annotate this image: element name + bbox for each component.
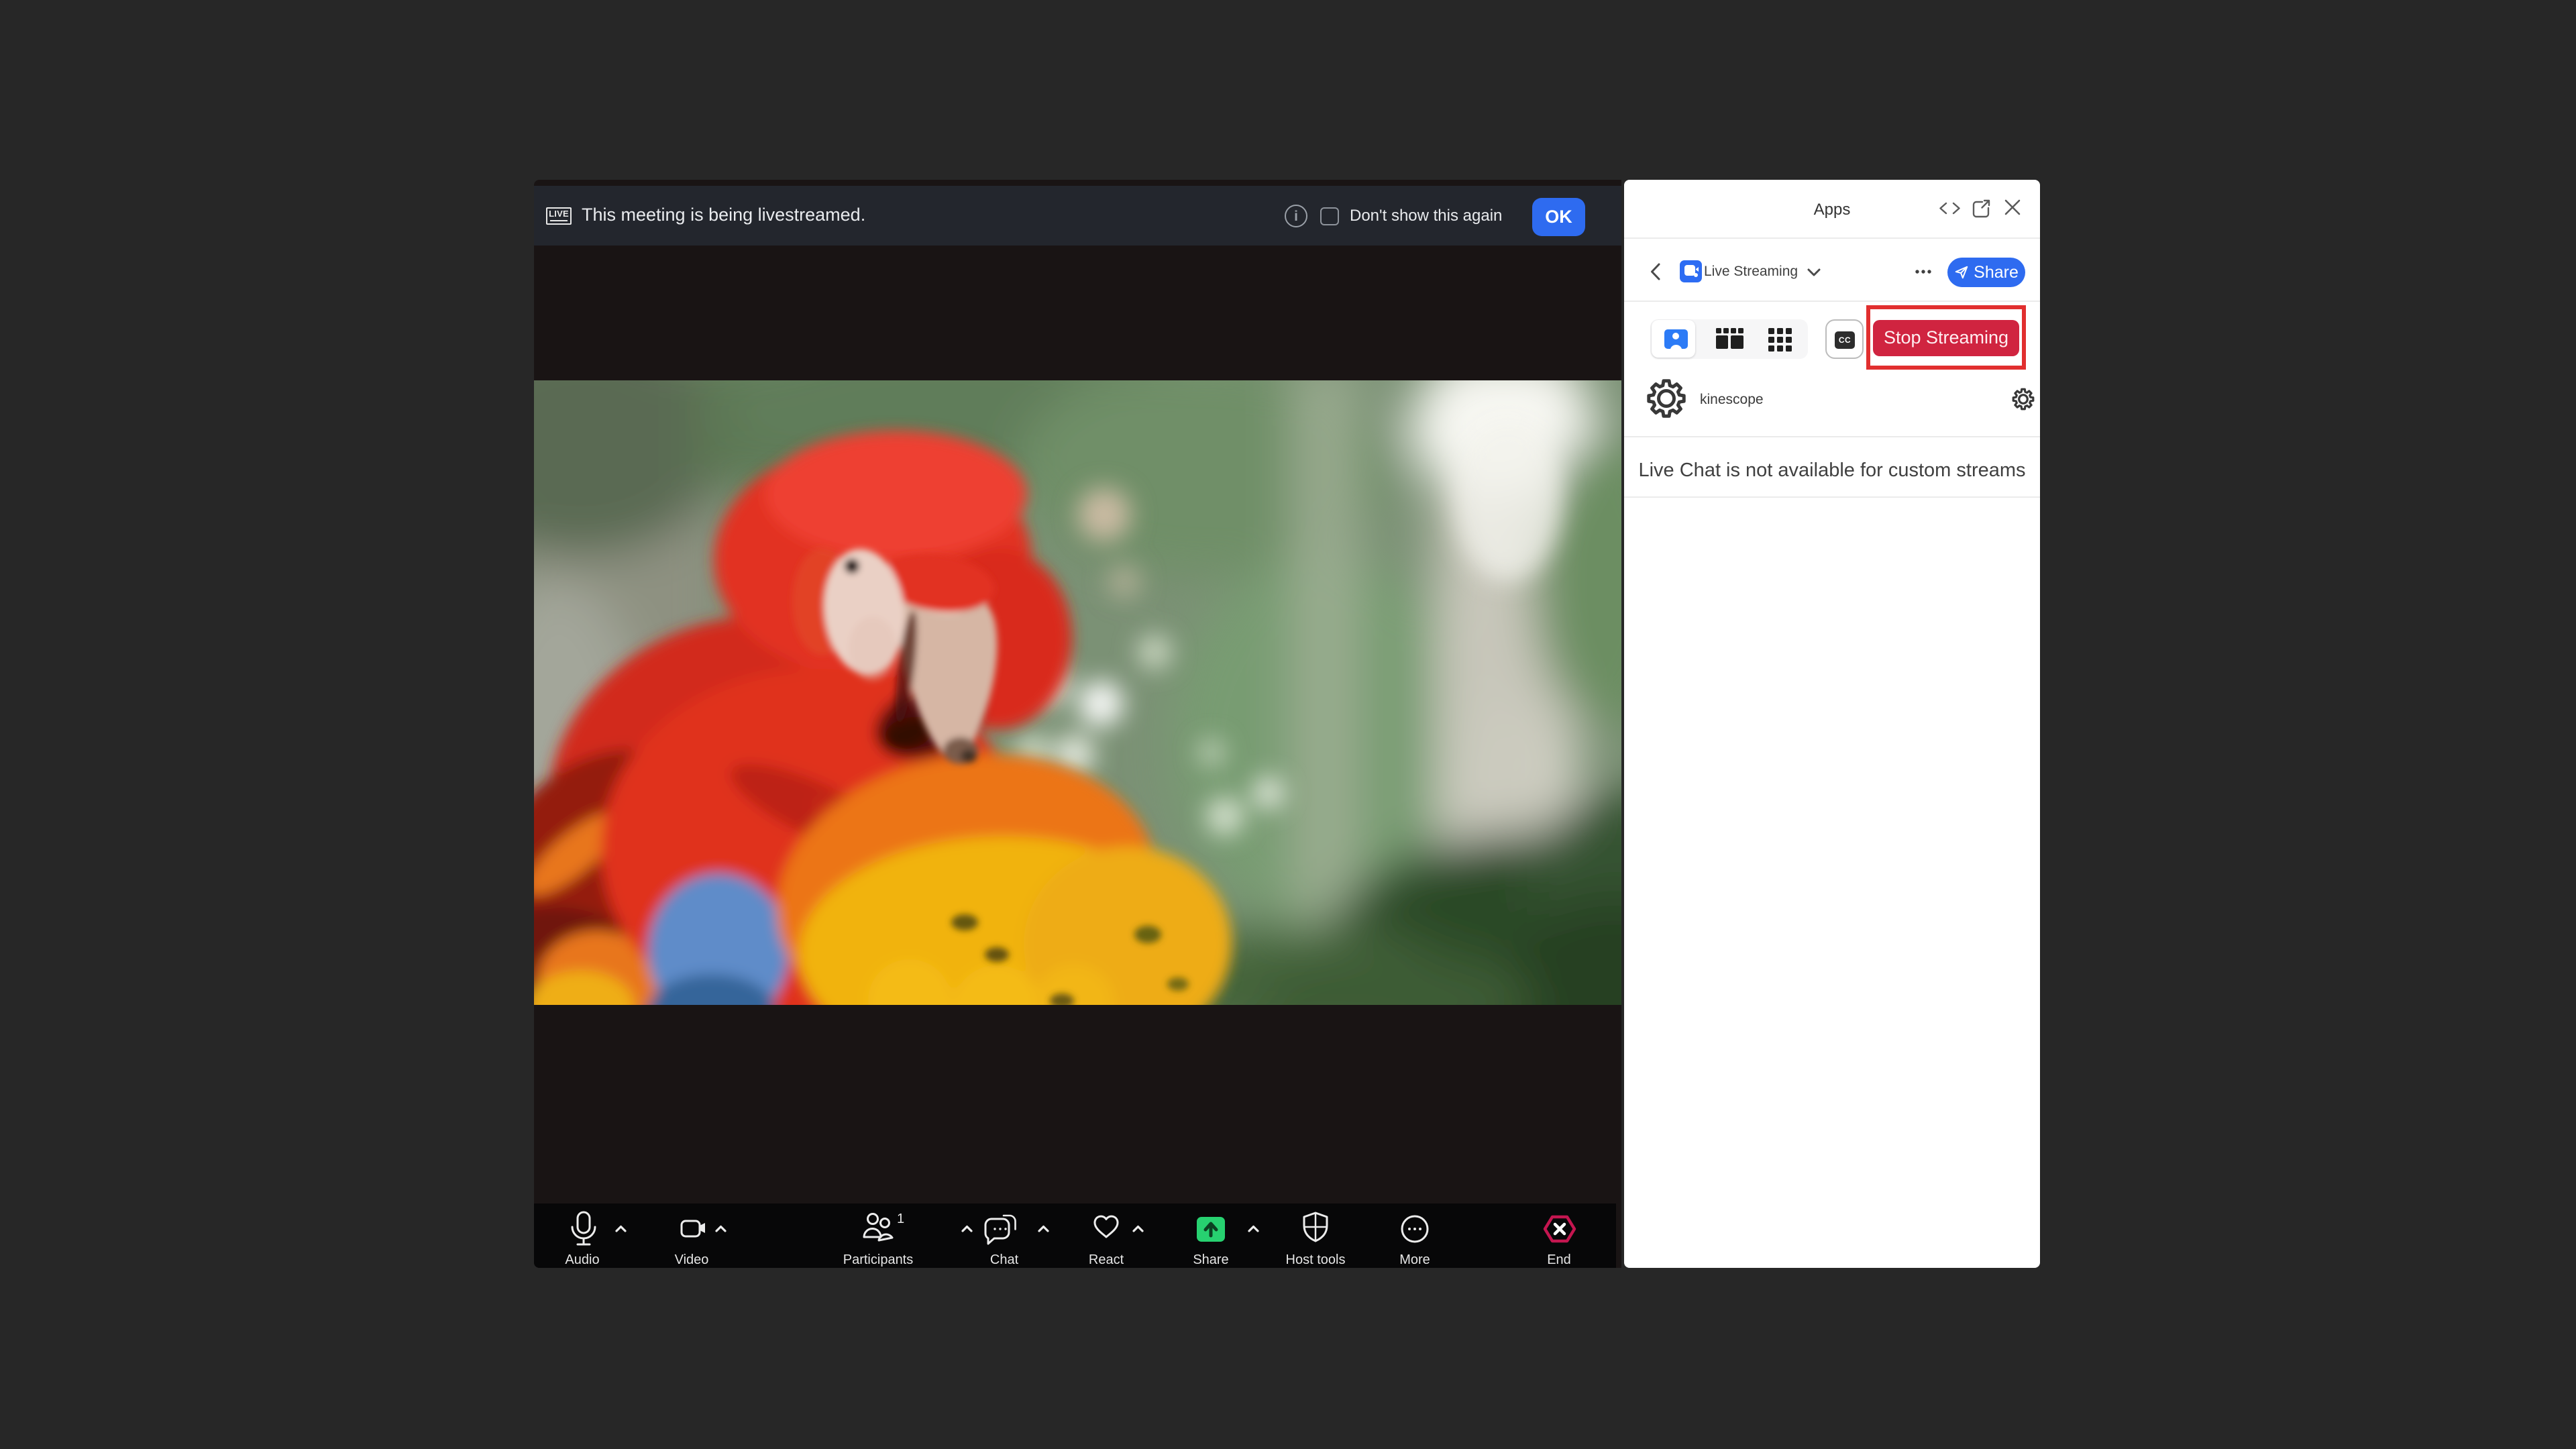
svg-text:1: 1 bbox=[897, 1212, 904, 1226]
